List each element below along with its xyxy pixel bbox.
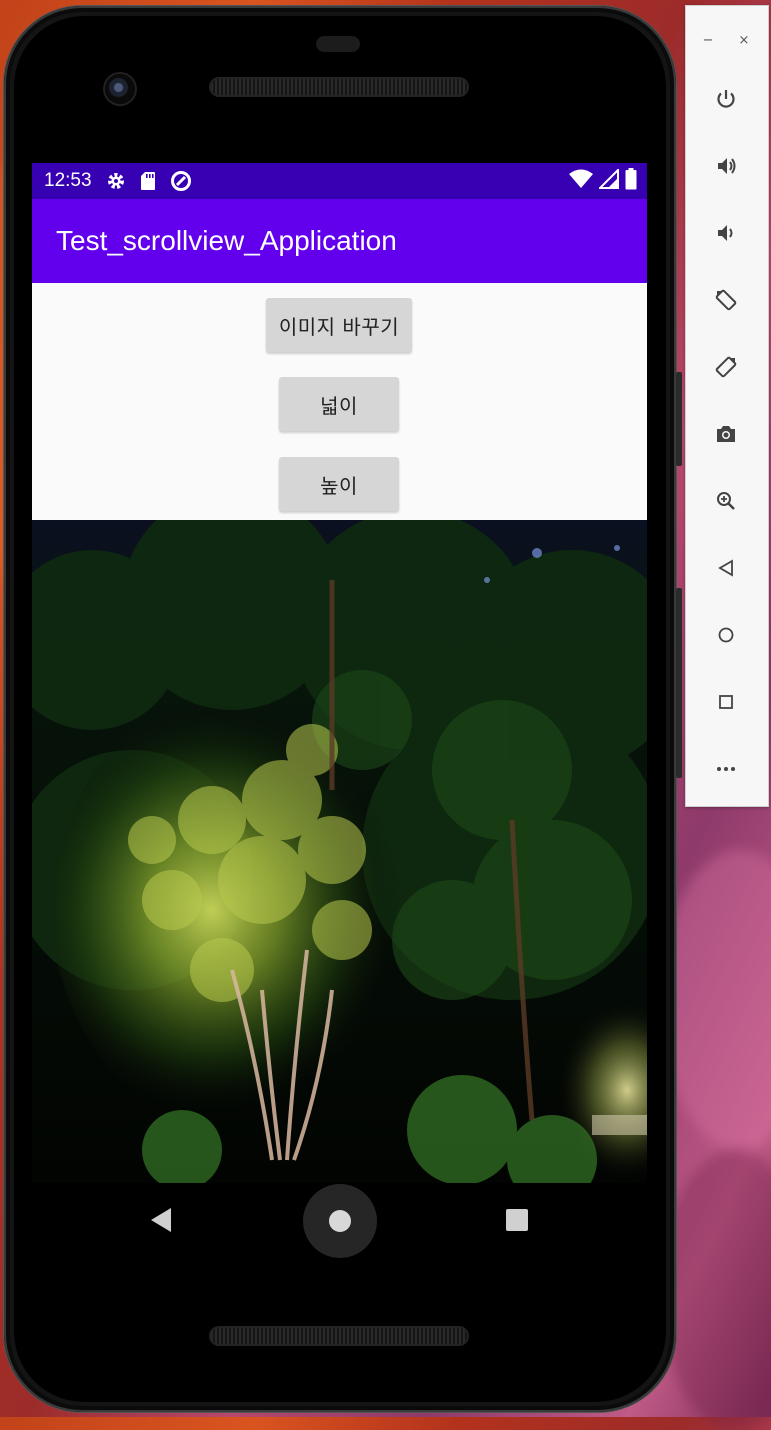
home-icon[interactable] — [711, 620, 741, 650]
top-speaker — [211, 79, 467, 95]
data-saver-icon — [170, 170, 192, 192]
settings-icon — [106, 171, 126, 191]
more-icon[interactable] — [711, 754, 741, 784]
home-button[interactable] — [303, 1184, 377, 1258]
bottom-speaker — [211, 1328, 467, 1344]
phone-side-button — [676, 588, 682, 778]
app-title: Test_scrollview_Application — [56, 225, 397, 256]
device-screen: 12:53 Test_scrollview_Application 이미지 바꾸… — [32, 163, 647, 1183]
proximity-sensor — [316, 36, 360, 52]
home-icon — [329, 1210, 351, 1232]
width-button[interactable]: 넓이 — [279, 377, 399, 431]
battery-icon — [625, 167, 637, 195]
height-button[interactable]: 높이 — [279, 457, 399, 511]
back-icon[interactable] — [711, 553, 741, 583]
screenshot-icon[interactable] — [711, 419, 741, 449]
power-icon[interactable] — [711, 84, 741, 114]
signal-icon — [597, 167, 619, 194]
zoom-icon[interactable] — [711, 486, 741, 516]
status-right-group — [569, 163, 637, 199]
emulator-controls-panel: − × — [685, 5, 769, 807]
wallpaper-streak — [660, 1150, 771, 1430]
front-camera — [105, 74, 135, 104]
back-icon[interactable] — [149, 1207, 173, 1233]
overview-icon[interactable] — [711, 687, 741, 717]
volume-down-icon[interactable] — [711, 218, 741, 248]
volume-up-icon[interactable] — [711, 151, 741, 181]
sd-card-icon — [140, 171, 156, 191]
app-bar: Test_scrollview_Application — [32, 199, 647, 283]
rotate-left-icon[interactable] — [711, 285, 741, 315]
status-bar: 12:53 — [32, 163, 647, 199]
rotate-right-icon[interactable] — [711, 352, 741, 382]
night-forest-photo — [32, 520, 647, 1183]
recents-icon[interactable] — [506, 1209, 528, 1231]
minimize-button[interactable]: − — [698, 30, 718, 50]
change-image-button[interactable]: 이미지 바꾸기 — [266, 298, 412, 352]
close-button[interactable]: × — [734, 30, 754, 50]
status-time: 12:53 — [44, 170, 92, 191]
phone-side-button — [676, 372, 682, 466]
wifi-icon — [569, 169, 593, 194]
button-area: 이미지 바꾸기 넓이 높이 — [32, 283, 647, 520]
wallpaper-streak — [660, 850, 771, 1150]
